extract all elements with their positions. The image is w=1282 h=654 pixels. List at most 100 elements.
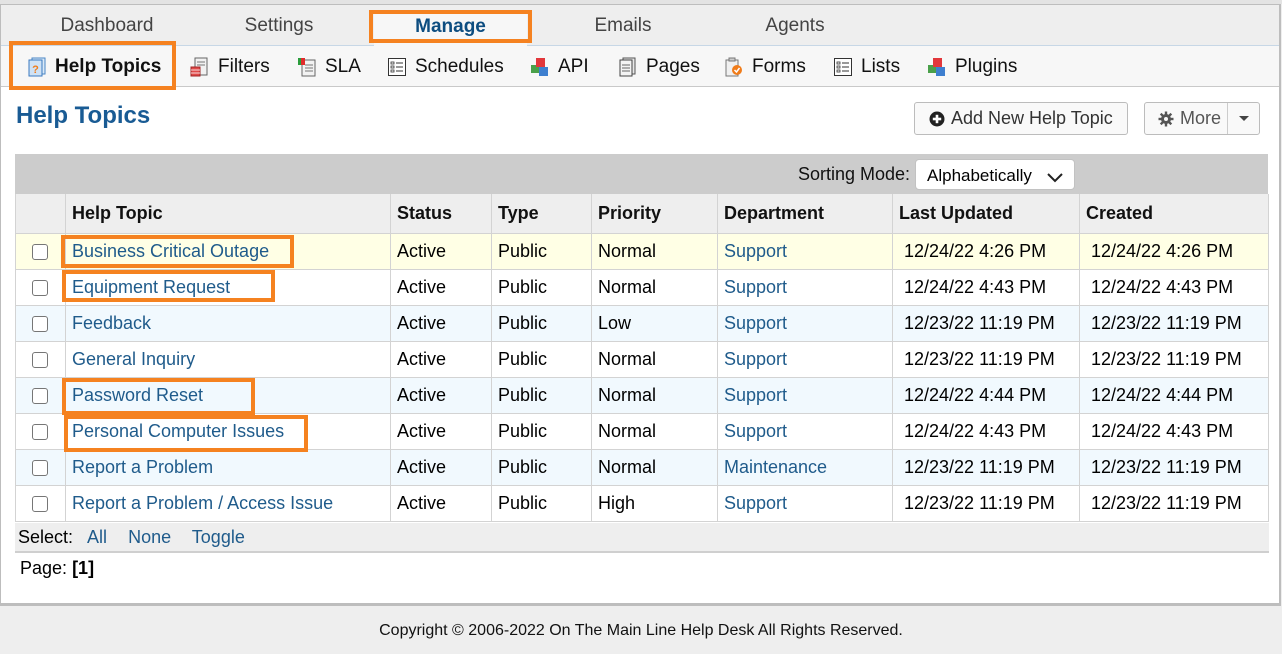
- cell-created: 12/23/22 11:19 PM: [1079, 484, 1269, 522]
- header-department[interactable]: Department: [717, 194, 893, 234]
- cell-type: Public: [491, 484, 592, 522]
- help-topic-link[interactable]: Feedback: [72, 313, 151, 333]
- cell-type: Public: [491, 232, 592, 270]
- help-topics-icon: ?: [27, 57, 47, 77]
- cell-department: Support: [717, 340, 893, 378]
- cell-status: Active: [390, 412, 492, 450]
- row-checkbox-cell: [15, 376, 66, 414]
- department-link[interactable]: Support: [724, 313, 787, 333]
- cell-department: Support: [717, 304, 893, 342]
- cell-type: Public: [491, 376, 592, 414]
- header-last-updated[interactable]: Last Updated: [892, 194, 1080, 234]
- row-checkbox[interactable]: [32, 351, 48, 368]
- subnav-api[interactable]: API: [530, 55, 589, 79]
- subnav-lists[interactable]: Lists: [833, 55, 900, 79]
- help-topic-link[interactable]: Report a Problem / Access Issue: [72, 493, 333, 513]
- tab-emails[interactable]: Emails: [591, 15, 655, 37]
- department-link[interactable]: Support: [724, 493, 787, 513]
- cell-priority: Normal: [591, 448, 718, 486]
- subnav-schedules[interactable]: Schedules: [387, 55, 504, 79]
- subnav-help-topics[interactable]: ? Help Topics: [27, 55, 161, 79]
- help-topic-link[interactable]: General Inquiry: [72, 349, 195, 369]
- row-checkbox-cell: [15, 484, 66, 522]
- cell-status: Active: [390, 448, 492, 486]
- select-all-link[interactable]: All: [87, 527, 107, 547]
- tab-dashboard[interactable]: Dashboard: [59, 15, 155, 37]
- subnav-forms[interactable]: Forms: [724, 55, 806, 79]
- row-checkbox[interactable]: [32, 423, 48, 440]
- cell-department: Maintenance: [717, 448, 893, 486]
- subnav-label: Plugins: [955, 56, 1018, 77]
- select-none-link[interactable]: None: [128, 527, 171, 547]
- more-dropdown-toggle[interactable]: [1227, 103, 1259, 134]
- row-checkbox[interactable]: [32, 495, 48, 512]
- row-checkbox[interactable]: [32, 459, 48, 476]
- add-new-help-topic-button[interactable]: Add New Help Topic: [914, 102, 1128, 135]
- row-checkbox[interactable]: [32, 279, 48, 296]
- sorting-mode-select[interactable]: Alphabetically: [915, 159, 1075, 190]
- department-link[interactable]: Support: [724, 277, 787, 297]
- page-title: Help Topics: [16, 102, 151, 129]
- cell-help-topic: Feedback: [65, 304, 391, 342]
- help-topic-link[interactable]: Password Reset: [72, 385, 203, 405]
- more-button-label: More: [1180, 108, 1222, 128]
- cell-status: Active: [390, 376, 492, 414]
- row-checkbox-cell: [15, 232, 66, 270]
- department-link[interactable]: Support: [724, 385, 787, 405]
- cell-status: Active: [390, 484, 492, 522]
- department-link[interactable]: Maintenance: [724, 457, 827, 477]
- subnav-pages[interactable]: Pages: [618, 55, 700, 79]
- tab-settings[interactable]: Settings: [241, 15, 317, 37]
- cell-type: Public: [491, 268, 592, 306]
- header-priority[interactable]: Priority: [591, 194, 718, 234]
- header-created[interactable]: Created: [1079, 194, 1269, 234]
- department-link[interactable]: Support: [724, 349, 787, 369]
- row-checkbox-cell: [15, 412, 66, 450]
- select-toggle-link[interactable]: Toggle: [192, 527, 245, 547]
- more-button[interactable]: More: [1144, 102, 1260, 135]
- filters-icon: [190, 57, 210, 77]
- footer-copyright: Copyright © 2006-2022 On The Main Line H…: [379, 622, 903, 639]
- cell-created: 12/24/22 4:26 PM: [1079, 232, 1269, 270]
- cell-status: Active: [390, 232, 492, 270]
- help-topic-link[interactable]: Business Critical Outage: [72, 241, 269, 261]
- tab-agents[interactable]: Agents: [763, 15, 827, 37]
- cell-created: 12/24/22 4:44 PM: [1079, 376, 1269, 414]
- cell-last-updated: 12/24/22 4:44 PM: [892, 376, 1080, 414]
- row-checkbox-cell: [15, 340, 66, 378]
- row-checkbox[interactable]: [32, 315, 48, 332]
- cell-last-updated: 12/23/22 11:19 PM: [892, 448, 1080, 486]
- row-checkbox[interactable]: [32, 243, 48, 260]
- cell-created: 12/24/22 4:43 PM: [1079, 412, 1269, 450]
- subnav-sla[interactable]: SLA: [297, 55, 361, 79]
- cell-priority: Normal: [591, 412, 718, 450]
- table-row: Password Reset Active Public Normal Supp…: [15, 376, 1269, 414]
- row-checkbox[interactable]: [32, 387, 48, 404]
- cell-priority: Normal: [591, 340, 718, 378]
- tab-manage[interactable]: Manage: [374, 13, 527, 48]
- subnav-label: SLA: [325, 56, 361, 77]
- help-topic-link[interactable]: Report a Problem: [72, 457, 213, 477]
- current-page[interactable]: [1]: [72, 558, 94, 578]
- pagination: Page: [1]: [20, 558, 94, 579]
- main-nav: Dashboard Settings Manage Emails Agents: [1, 5, 1279, 48]
- cell-help-topic: Business Critical Outage: [65, 232, 391, 270]
- subnav-plugins[interactable]: Plugins: [927, 55, 1017, 79]
- help-topic-link[interactable]: Personal Computer Issues: [72, 421, 284, 441]
- department-link[interactable]: Support: [724, 241, 787, 261]
- department-link[interactable]: Support: [724, 421, 787, 441]
- cell-priority: Normal: [591, 232, 718, 270]
- add-button-label: Add New Help Topic: [951, 108, 1113, 128]
- header-status[interactable]: Status: [390, 194, 492, 234]
- header-help-topic[interactable]: Help Topic: [65, 194, 391, 234]
- cell-department: Support: [717, 232, 893, 270]
- cell-help-topic: Report a Problem: [65, 448, 391, 486]
- svg-text:?: ?: [32, 64, 39, 76]
- help-topic-link[interactable]: Equipment Request: [72, 277, 230, 297]
- cell-created: 12/23/22 11:19 PM: [1079, 448, 1269, 486]
- header-type[interactable]: Type: [491, 194, 592, 234]
- row-checkbox-cell: [15, 268, 66, 306]
- subnav-filters[interactable]: Filters: [190, 55, 270, 79]
- subnav-label: Pages: [646, 56, 700, 77]
- subnav-label: Schedules: [415, 56, 504, 77]
